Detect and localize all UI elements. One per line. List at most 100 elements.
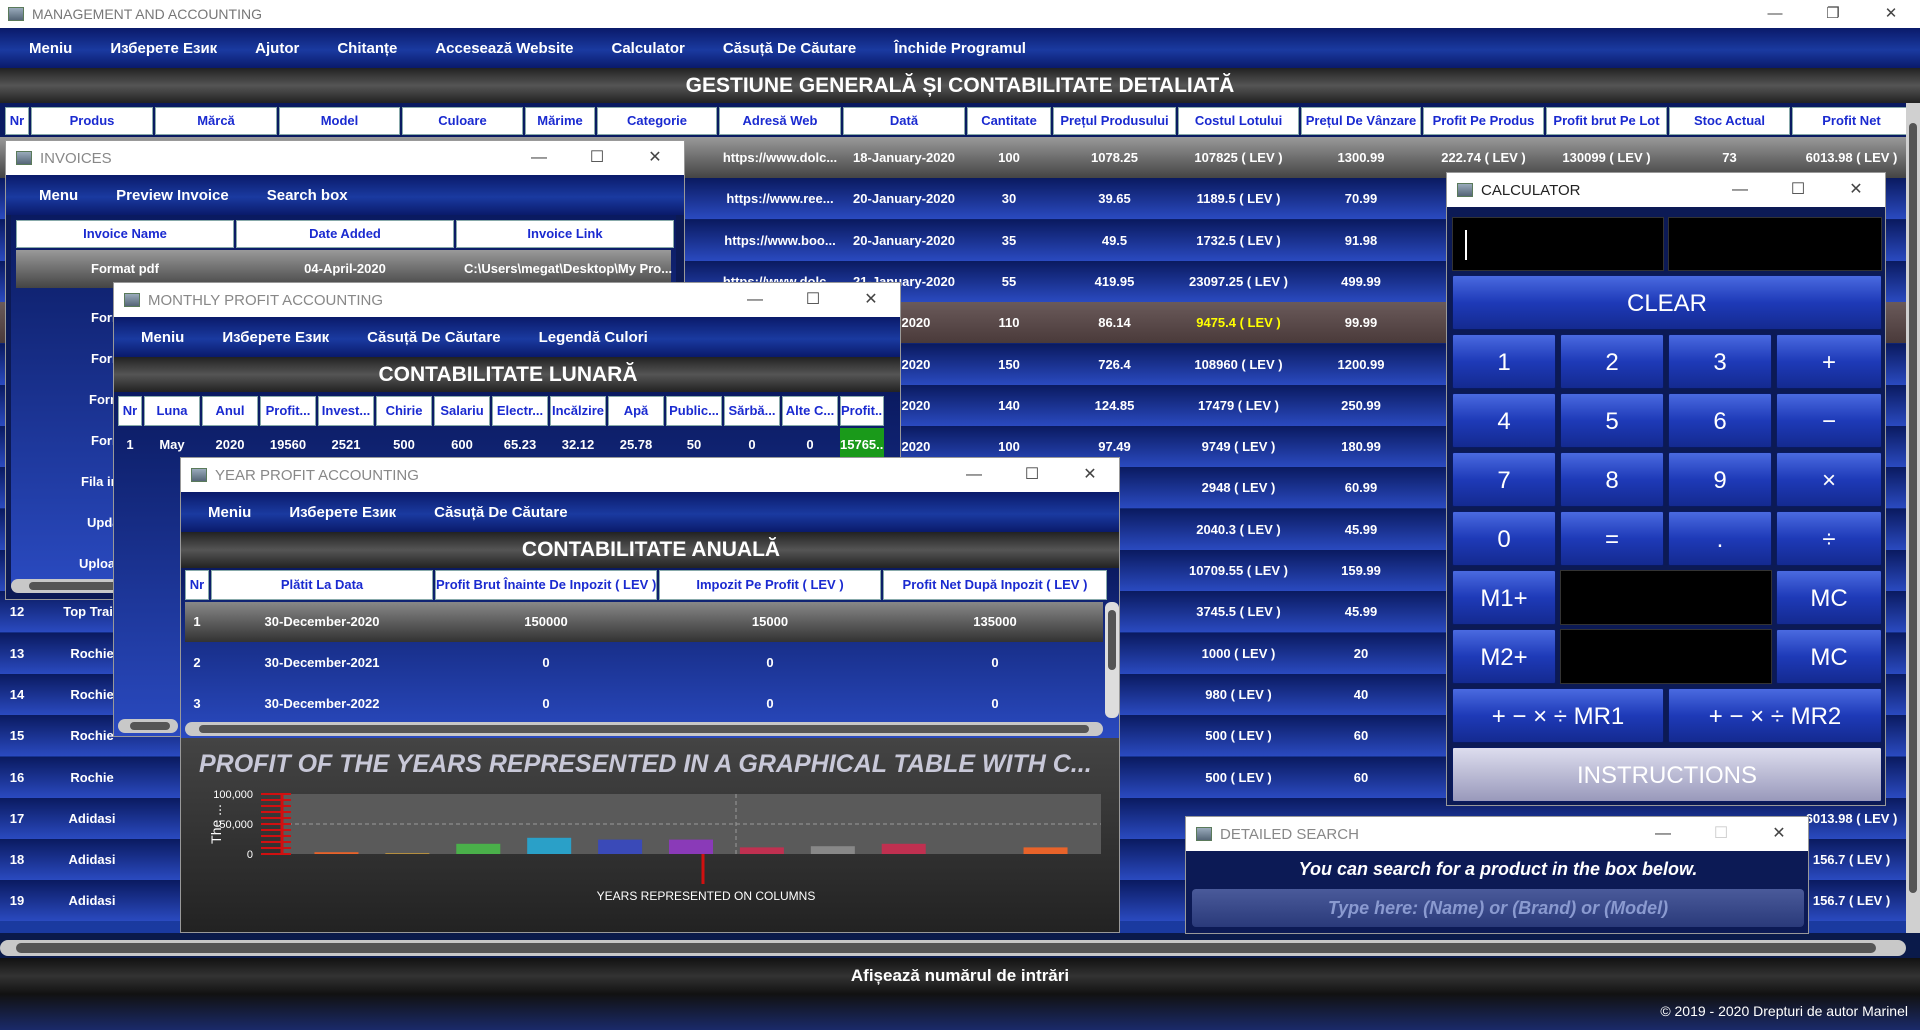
yearly-vscroll-thumb[interactable] <box>1108 610 1116 670</box>
minimize-icon[interactable]: — <box>1634 817 1692 851</box>
minimize-icon[interactable]: — <box>945 458 1003 492</box>
minimize-icon[interactable]: — <box>726 283 784 317</box>
monthly-col-header[interactable]: Profit... <box>840 396 884 426</box>
column-header[interactable]: Costul Lotului <box>1178 107 1299 135</box>
calc-key-2-2[interactable]: 9 <box>1668 452 1772 507</box>
menu-website[interactable]: Accesează Website <box>416 40 592 57</box>
column-header[interactable]: Mărcă <box>155 107 277 135</box>
invoices-col-name[interactable]: Invoice Name <box>16 220 234 248</box>
calc-key-2-1[interactable]: 8 <box>1560 452 1664 507</box>
monthly-col-header[interactable]: Alte C... <box>782 396 838 426</box>
yearly-vscroll[interactable] <box>1105 602 1119 718</box>
column-header[interactable]: Produs <box>31 107 153 135</box>
mc1-button[interactable]: MC <box>1776 570 1882 625</box>
monthly-col-header[interactable]: Invest... <box>318 396 374 426</box>
calc-key-3-0[interactable]: 0 <box>1452 511 1556 566</box>
monthly-col-header[interactable]: Incălzire <box>550 396 606 426</box>
yearly-col-date[interactable]: Plătit La Data <box>211 570 433 600</box>
yearly-menu-search[interactable]: Căsuță De Căutare <box>415 504 586 521</box>
close-icon[interactable]: ✕ <box>842 283 900 317</box>
column-header[interactable]: Dată <box>843 107 965 135</box>
calc-key-0-3[interactable]: + <box>1776 334 1882 389</box>
invoices-menu-menu[interactable]: Menu <box>20 187 97 204</box>
calc-key-3-1[interactable]: = <box>1560 511 1664 566</box>
monthly-hscroll[interactable] <box>118 719 178 733</box>
main-horizontal-scrollbar[interactable] <box>0 940 1906 956</box>
maximize-icon[interactable]: ☐ <box>568 141 626 175</box>
clear-button[interactable]: CLEAR <box>1452 275 1882 330</box>
yearly-col-net[interactable]: Profit Net După Inpozit ( LEV ) <box>883 570 1107 600</box>
yearly-menu-meniu[interactable]: Meniu <box>189 504 270 521</box>
close-icon[interactable]: ✕ <box>1827 173 1885 207</box>
column-header[interactable]: Profit brut Pe Lot <box>1546 107 1667 135</box>
column-header[interactable]: Cantitate <box>967 107 1051 135</box>
instructions-button[interactable]: INSTRUCTIONS <box>1452 747 1882 802</box>
calculator-input-display[interactable] <box>1452 217 1664 271</box>
column-header[interactable]: Culoare <box>402 107 523 135</box>
column-header[interactable]: Prețul De Vânzare <box>1301 107 1421 135</box>
column-header[interactable]: Profit Pe Produs <box>1423 107 1544 135</box>
column-header[interactable]: Stoc Actual <box>1669 107 1790 135</box>
m2-plus-button[interactable]: M2+ <box>1452 629 1556 684</box>
yearly-hscroll[interactable] <box>185 722 1103 736</box>
monthly-col-header[interactable]: Salariu <box>434 396 490 426</box>
maximize-icon[interactable]: ☐ <box>1692 817 1750 851</box>
minimize-icon[interactable]: — <box>510 141 568 175</box>
main-hscroll-thumb[interactable] <box>16 943 1876 953</box>
calc-key-0-1[interactable]: 2 <box>1560 334 1664 389</box>
calc-key-0-0[interactable]: 1 <box>1452 334 1556 389</box>
column-header[interactable]: Adresă Web <box>719 107 841 135</box>
mr1-button[interactable]: + − × ÷ MR1 <box>1452 688 1664 743</box>
minimize-icon[interactable]: — <box>1711 173 1769 207</box>
menu-calculator[interactable]: Calculator <box>592 40 703 57</box>
calc-key-0-2[interactable]: 3 <box>1668 334 1772 389</box>
calc-key-3-3[interactable]: ÷ <box>1776 511 1882 566</box>
main-vertical-scrollbar[interactable] <box>1906 103 1920 933</box>
menu-chitante[interactable]: Chitanțe <box>318 40 416 57</box>
column-header[interactable]: Categorie <box>597 107 717 135</box>
monthly-col-header[interactable]: Apă <box>608 396 664 426</box>
yearly-hscroll-thumb[interactable] <box>199 725 1089 733</box>
calc-key-3-2[interactable]: . <box>1668 511 1772 566</box>
maximize-icon[interactable]: ❐ <box>1804 0 1862 28</box>
column-header[interactable]: Mărime <box>525 107 595 135</box>
mr2-button[interactable]: + − × ÷ MR2 <box>1668 688 1882 743</box>
calc-key-1-2[interactable]: 6 <box>1668 393 1772 448</box>
calc-key-1-0[interactable]: 4 <box>1452 393 1556 448</box>
maximize-icon[interactable]: ☐ <box>1003 458 1061 492</box>
menu-close-program[interactable]: Închide Programul <box>875 40 1045 57</box>
monthly-col-header[interactable]: Public... <box>666 396 722 426</box>
minimize-icon[interactable]: — <box>1746 0 1804 28</box>
invoices-menu-preview[interactable]: Preview Invoice <box>97 187 248 204</box>
monthly-hscroll-thumb[interactable] <box>130 722 170 730</box>
menu-language[interactable]: Изберете Език <box>91 40 236 57</box>
maximize-icon[interactable]: ☐ <box>1769 173 1827 207</box>
monthly-col-header[interactable]: Sărbă... <box>724 396 780 426</box>
close-icon[interactable]: ✕ <box>1862 0 1920 28</box>
column-header[interactable]: Model <box>279 107 400 135</box>
monthly-menu-legend[interactable]: Legendă Culori <box>520 329 667 346</box>
main-vscroll-thumb[interactable] <box>1909 123 1917 893</box>
yearly-menu-language[interactable]: Изберете Език <box>270 504 415 521</box>
column-header[interactable]: Prețul Produsului <box>1053 107 1176 135</box>
monthly-col-header[interactable]: Nr <box>118 396 142 426</box>
monthly-col-header[interactable]: Chirie <box>376 396 432 426</box>
yearly-col-gross[interactable]: Profit Brut Înainte De Inpozit ( LEV ) <box>435 570 657 600</box>
yearly-col-tax[interactable]: Impozit Pe Profit ( LEV ) <box>659 570 881 600</box>
show-entries-button[interactable]: Afișează numărul de intrări <box>0 958 1920 994</box>
monthly-col-header[interactable]: Profit... <box>260 396 316 426</box>
monthly-menu-meniu[interactable]: Meniu <box>122 329 203 346</box>
calc-key-2-3[interactable]: × <box>1776 452 1882 507</box>
close-icon[interactable]: ✕ <box>1061 458 1119 492</box>
calc-key-2-0[interactable]: 7 <box>1452 452 1556 507</box>
invoices-col-link[interactable]: Invoice Link <box>456 220 674 248</box>
menu-search[interactable]: Căsuță De Căutare <box>704 40 875 57</box>
monthly-col-header[interactable]: Luna <box>144 396 200 426</box>
calc-key-1-3[interactable]: − <box>1776 393 1882 448</box>
column-header[interactable]: Profit Net <box>1792 107 1911 135</box>
monthly-menu-language[interactable]: Изберете Език <box>203 329 348 346</box>
calc-key-1-1[interactable]: 5 <box>1560 393 1664 448</box>
search-input[interactable]: Type here: (Name) or (Brand) or (Model) <box>1192 889 1804 927</box>
maximize-icon[interactable]: ☐ <box>784 283 842 317</box>
column-header[interactable]: Nr <box>5 107 29 135</box>
